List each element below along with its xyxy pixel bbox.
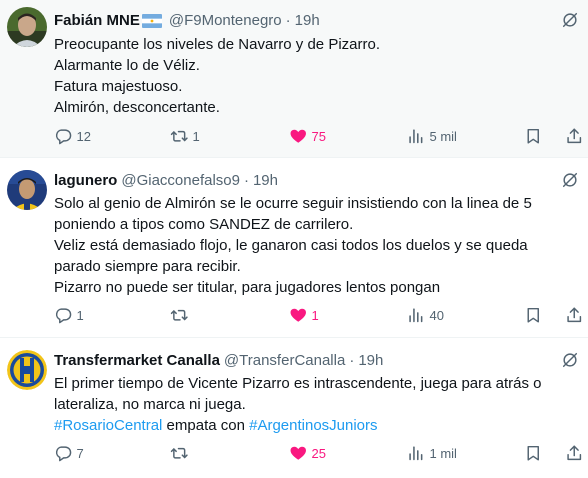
retweet-button[interactable]: 1 <box>170 125 200 147</box>
share-button[interactable] <box>565 442 584 464</box>
avatar[interactable] <box>7 350 47 390</box>
reply-icon <box>55 446 72 462</box>
bookmark-button[interactable] <box>524 304 543 326</box>
like-button[interactable]: 25 <box>289 442 326 464</box>
reply-count: 12 <box>76 128 91 144</box>
tweet-text-line: Solo al genio de Almirón se le ocurre se… <box>54 195 532 212</box>
like-count: 75 <box>311 128 326 144</box>
avatar[interactable] <box>7 7 47 47</box>
hashtag-line: #RosarioCentral empata con #ArgentinosJu… <box>54 415 578 436</box>
argentina-flag-icon <box>141 14 162 28</box>
action-bar: 1 1 40 <box>46 304 588 326</box>
tweet-text-line: Veliz está demasiado flojo, le ganaron c… <box>54 237 528 254</box>
action-bar: 12 1 75 5 mil <box>46 125 588 147</box>
tweet-text-line: lateraliza, no marca ni juega. <box>54 396 246 413</box>
share-icon <box>567 128 582 143</box>
tweet-text-line: El primer tiempo de Vicente Pizarro es i… <box>54 375 542 392</box>
handle[interactable]: @TransferCanalla <box>224 352 345 369</box>
reply-button[interactable]: 7 <box>54 442 84 464</box>
reply-button[interactable]: 1 <box>54 304 84 326</box>
tweet-header: lagunero @Giacconefalso9 · 19h <box>54 170 548 190</box>
tweet[interactable]: Fabián MNE @F9Montenegro · 19h Preocupan… <box>0 0 588 158</box>
heart-filled-icon <box>290 308 306 322</box>
like-button[interactable]: 1 <box>289 304 319 326</box>
tweet-text: Solo al genio de Almirón se le ocurre se… <box>54 193 578 298</box>
separator-dot: · <box>349 351 355 369</box>
bookmark-icon <box>527 128 539 144</box>
separator-dot: · <box>243 171 249 189</box>
views-button[interactable]: 5 mil <box>407 125 457 147</box>
views-button[interactable]: 1 mil <box>407 442 457 464</box>
tweet-header: Transfermarket Canalla @TransferCanalla … <box>54 350 548 370</box>
like-count: 25 <box>311 445 326 461</box>
views-button[interactable]: 40 <box>407 304 444 326</box>
timestamp[interactable]: 19h <box>358 352 383 369</box>
heart-filled-icon <box>290 446 306 460</box>
bookmark-button[interactable] <box>524 442 543 464</box>
grok-icon[interactable] <box>560 350 580 370</box>
tweet-text-line: Alarmante lo de Véliz. <box>54 57 200 74</box>
share-button[interactable] <box>565 125 584 147</box>
tweet-header: Fabián MNE @F9Montenegro · 19h <box>54 10 548 30</box>
display-name[interactable]: lagunero <box>54 172 117 189</box>
hashtag-link[interactable]: #RosarioCentral <box>54 417 162 434</box>
reply-icon <box>55 129 72 145</box>
tweet-text: El primer tiempo de Vicente Pizarro es i… <box>54 373 578 436</box>
tweet-text-line: Almirón, desconcertante. <box>54 99 220 116</box>
retweet-count: 1 <box>192 128 200 144</box>
tweet[interactable]: lagunero @Giacconefalso9 · 19h Solo al g… <box>0 158 588 338</box>
handle[interactable]: @F9Montenegro <box>169 12 282 29</box>
retweet-icon <box>170 447 188 459</box>
bookmark-icon <box>527 307 539 323</box>
tweet-text-line: Pizarro no puede ser titular, para jugad… <box>54 279 441 296</box>
like-count: 1 <box>311 307 319 323</box>
views-count: 5 mil <box>429 128 457 144</box>
views-chart-icon <box>409 308 423 322</box>
retweet-icon <box>170 130 188 142</box>
tweet-text-line: poniendo a tipos como SANDEZ de carriler… <box>54 216 354 233</box>
tweet-text-fragment: empata con <box>162 417 250 434</box>
reply-icon <box>55 308 72 324</box>
heart-filled-icon <box>290 129 306 143</box>
tweet-text-line: parado siempre para recibir. <box>54 258 241 275</box>
reply-count: 7 <box>76 445 84 461</box>
retweet-button[interactable] <box>170 442 193 464</box>
views-count: 40 <box>429 307 444 323</box>
action-bar: 7 25 1 mil <box>46 442 588 464</box>
views-chart-icon <box>409 129 423 143</box>
reply-count: 1 <box>76 307 84 323</box>
grok-icon[interactable] <box>560 170 580 190</box>
bookmark-icon <box>527 445 539 461</box>
tweet-text: Preocupante los niveles de Navarro y de … <box>54 34 578 118</box>
handle[interactable]: @Giacconefalso9 <box>121 172 240 189</box>
display-name[interactable]: Fabián MNE <box>54 12 140 29</box>
display-name[interactable]: Transfermarket Canalla <box>54 352 220 369</box>
views-count: 1 mil <box>429 445 457 461</box>
separator-dot: · <box>285 11 291 29</box>
retweet-button[interactable] <box>170 304 193 326</box>
bookmark-button[interactable] <box>524 125 543 147</box>
share-button[interactable] <box>565 304 584 326</box>
timestamp[interactable]: 19h <box>253 172 278 189</box>
timestamp[interactable]: 19h <box>295 12 320 29</box>
tweet[interactable]: Transfermarket Canalla @TransferCanalla … <box>0 338 588 478</box>
reply-button[interactable]: 12 <box>54 125 91 147</box>
views-chart-icon <box>409 446 423 460</box>
tweet-text-line: Fatura majestuoso. <box>54 78 183 95</box>
share-icon <box>567 445 582 460</box>
share-icon <box>567 307 582 322</box>
tweet-text-line: Preocupante los niveles de Navarro y de … <box>54 36 381 53</box>
like-button[interactable]: 75 <box>289 125 326 147</box>
grok-icon[interactable] <box>560 10 580 30</box>
hashtag-link[interactable]: #ArgentinosJuniors <box>249 417 377 434</box>
retweet-icon <box>170 309 188 321</box>
avatar[interactable] <box>7 170 47 210</box>
